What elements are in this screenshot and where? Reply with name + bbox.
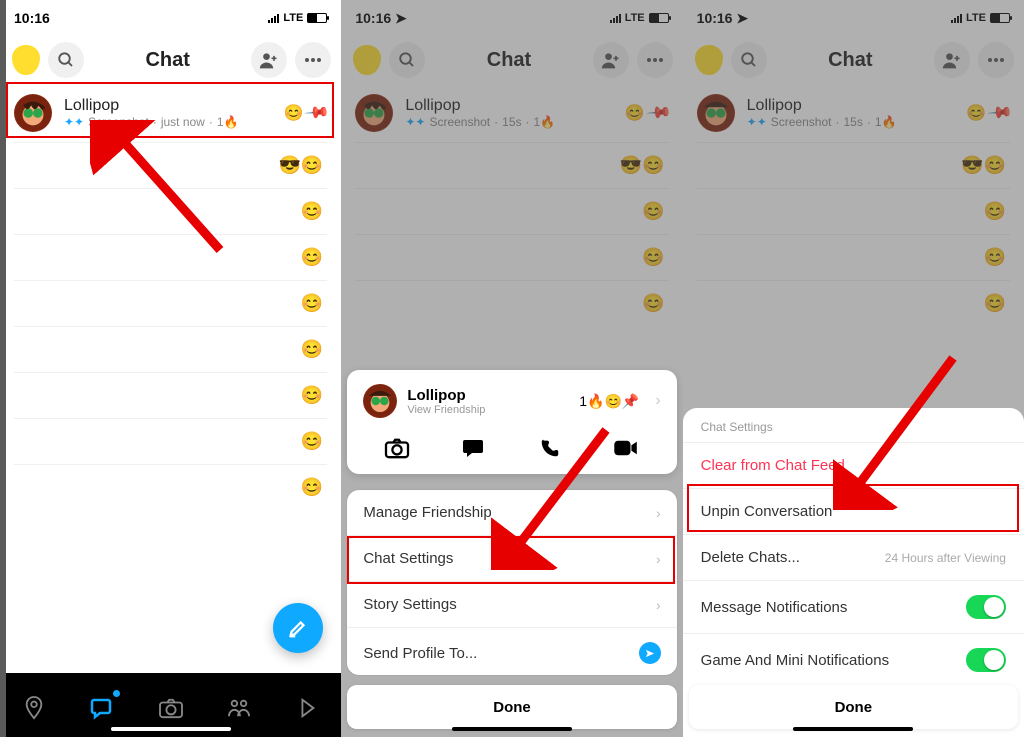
status-bar: 10:16 LTE	[0, 0, 341, 36]
signal-icon	[268, 13, 279, 23]
friend-card: Lollipop View Friendship 1🔥😊📌 ›	[347, 370, 676, 474]
chevron-right-icon: ›	[656, 597, 661, 613]
avatar	[14, 94, 52, 132]
friend-card-header[interactable]: Lollipop View Friendship 1🔥😊📌 ›	[355, 380, 668, 426]
clear-from-feed-option[interactable]: Clear from Chat Feed	[683, 442, 1024, 488]
status-time: 10:16	[14, 10, 50, 26]
tab-spotlight[interactable]	[291, 692, 323, 724]
tab-map[interactable]	[18, 692, 50, 724]
search-icon	[57, 51, 75, 69]
list-item[interactable]: 😎😊	[0, 143, 341, 188]
home-indicator	[111, 727, 231, 731]
list-item[interactable]: 😊	[0, 465, 341, 510]
game-notifications-option[interactable]: Game And Mini Notifications	[683, 633, 1024, 686]
story-settings-option[interactable]: Story Settings›	[347, 581, 676, 627]
done-button[interactable]: Done	[689, 685, 1018, 729]
toggle-on[interactable]	[966, 648, 1006, 672]
chevron-right-icon: ›	[656, 505, 661, 521]
list-item[interactable]: 😊	[0, 189, 341, 234]
send-icon	[639, 642, 661, 664]
chat-row-lollipop[interactable]: Lollipop ✦✦ Screenshot · just now · 1🔥 😊…	[0, 84, 341, 142]
list-item[interactable]: 😊	[0, 235, 341, 280]
toggle-on[interactable]	[966, 595, 1006, 619]
delete-chats-option[interactable]: Delete Chats...24 Hours after Viewing	[683, 534, 1024, 580]
tab-bar	[0, 673, 341, 737]
manage-friendship-option[interactable]: Manage Friendship›	[347, 490, 676, 535]
screen-1: 10:16 LTE Chat Lollipop ✦✦ Screenshot · …	[0, 0, 341, 737]
page-title: Chat	[92, 49, 243, 72]
chat-action[interactable]	[452, 430, 496, 466]
chat-row-text: Lollipop ✦✦ Screenshot · just now · 1🔥	[64, 97, 271, 129]
list-item[interactable]: 😊	[0, 327, 341, 372]
pin-icon: 📌	[303, 99, 331, 127]
view-friendship-link[interactable]: View Friendship	[407, 404, 569, 416]
tab-stories[interactable]	[223, 692, 255, 724]
ellipsis-icon	[304, 57, 322, 63]
camera-action[interactable]	[375, 430, 419, 466]
screen-2: 10:16 ➤ LTE Chat Lollipop✦✦Screenshot · …	[341, 0, 682, 737]
call-action[interactable]	[528, 430, 572, 466]
chat-list: 😎😊 😊 😊 😊 😊 😊 😊 😊	[0, 142, 341, 510]
battery-icon	[307, 13, 327, 23]
unpin-conversation-option[interactable]: Unpin Conversation	[683, 488, 1024, 534]
network-label: LTE	[283, 12, 303, 24]
options-sheet: Manage Friendship› Chat Settings› Story …	[347, 490, 676, 675]
video-action[interactable]	[604, 430, 648, 466]
chevron-right-icon: ›	[655, 392, 660, 410]
status-right: LTE	[268, 12, 327, 24]
more-button[interactable]	[295, 42, 331, 78]
list-item[interactable]: 😊	[0, 419, 341, 464]
chat-name: Lollipop	[64, 97, 271, 115]
sheet-title: Chat Settings	[683, 408, 1024, 442]
done-button[interactable]: Done	[347, 685, 676, 729]
chat-settings-option[interactable]: Chat Settings›	[347, 535, 676, 581]
compose-icon	[287, 617, 309, 639]
chat-subtitle: ✦✦ Screenshot · just now · 1🔥	[64, 115, 271, 129]
card-actions	[355, 426, 668, 468]
home-indicator	[793, 727, 913, 731]
add-friend-button[interactable]	[251, 42, 287, 78]
search-button[interactable]	[48, 42, 84, 78]
message-notifications-option[interactable]: Message Notifications	[683, 580, 1024, 633]
list-item[interactable]: 😊	[0, 373, 341, 418]
tab-chat[interactable]	[86, 692, 118, 724]
chat-row-badges: 😊📌	[283, 103, 327, 123]
tab-camera[interactable]	[155, 692, 187, 724]
header: Chat	[0, 36, 341, 84]
new-chat-fab[interactable]	[273, 603, 323, 653]
chevron-right-icon: ›	[656, 551, 661, 567]
add-friend-icon	[259, 51, 279, 69]
screen-3: 10:16 ➤ LTE Chat Lollipop✦✦Screenshot · …	[683, 0, 1024, 737]
sparkle-icon: ✦✦	[64, 115, 84, 129]
profile-bitmoji-button[interactable]	[12, 45, 40, 75]
card-name: Lollipop	[407, 387, 569, 404]
list-item[interactable]: 😊	[0, 281, 341, 326]
home-indicator	[452, 727, 572, 731]
card-badges: 1🔥😊📌	[579, 393, 639, 410]
send-profile-option[interactable]: Send Profile To...	[347, 627, 676, 675]
